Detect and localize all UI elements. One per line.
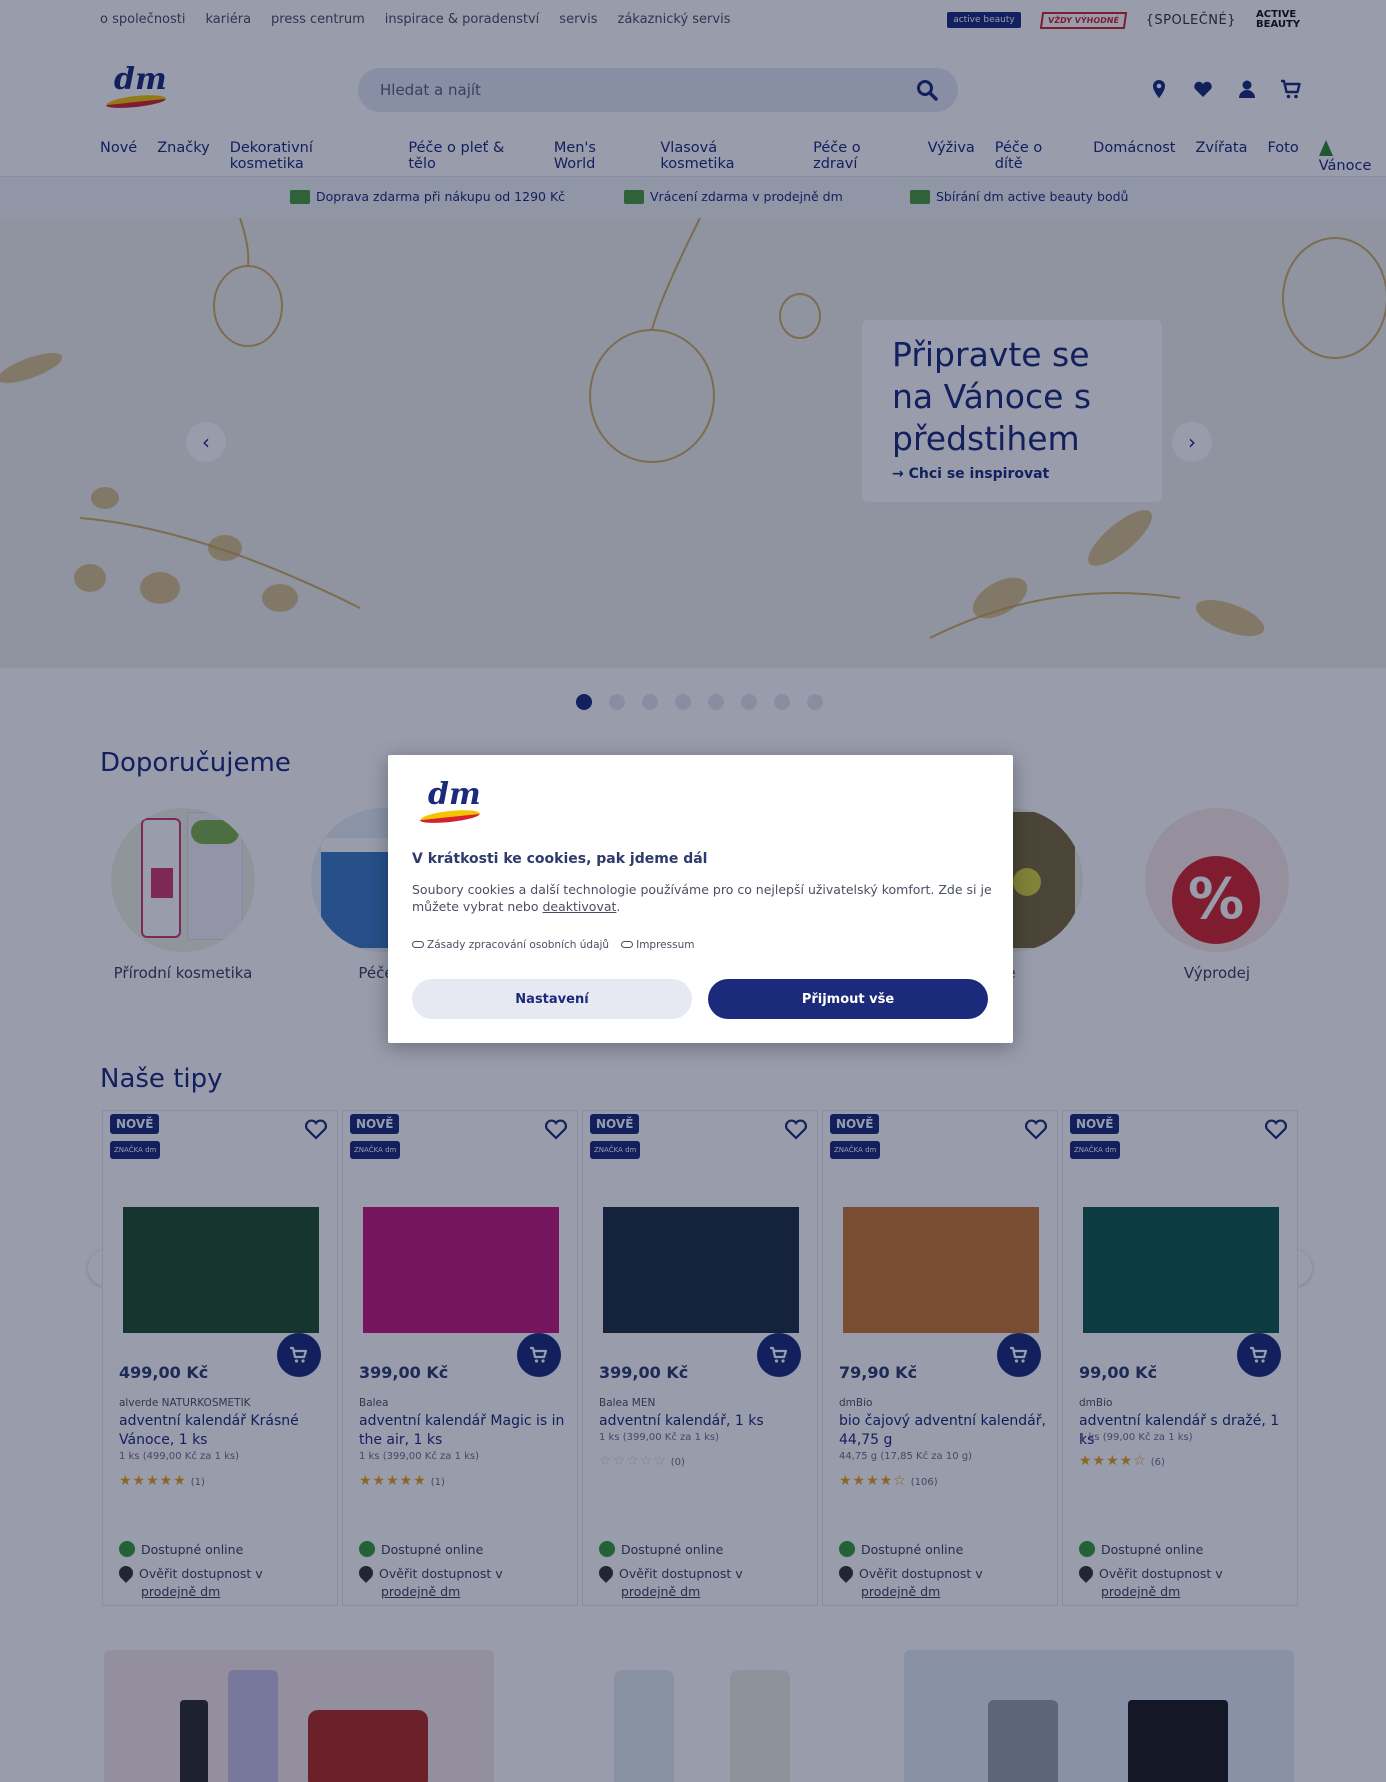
- impressum-link[interactable]: Impressum: [621, 939, 694, 951]
- deactivate-link[interactable]: deaktivovat: [543, 899, 617, 914]
- link-icon: [412, 941, 424, 948]
- link-icon: [621, 941, 634, 948]
- accept-all-button[interactable]: Přijmout vše: [708, 979, 988, 1019]
- cookie-consent-dialog: dm V krátkosti ke cookies, pak jdeme dál…: [388, 755, 1013, 1043]
- cookie-dm-logo: dm: [418, 780, 482, 827]
- cookie-settings-button[interactable]: Nastavení: [412, 979, 692, 1019]
- cookie-links: Zásady zpracování osobních údajů Impress…: [412, 939, 694, 951]
- privacy-policy-link[interactable]: Zásady zpracování osobních údajů: [412, 939, 609, 951]
- cookie-text: Soubory cookies a další technologie použ…: [412, 882, 992, 914]
- cookie-title: V krátkosti ke cookies, pak jdeme dál: [412, 851, 708, 867]
